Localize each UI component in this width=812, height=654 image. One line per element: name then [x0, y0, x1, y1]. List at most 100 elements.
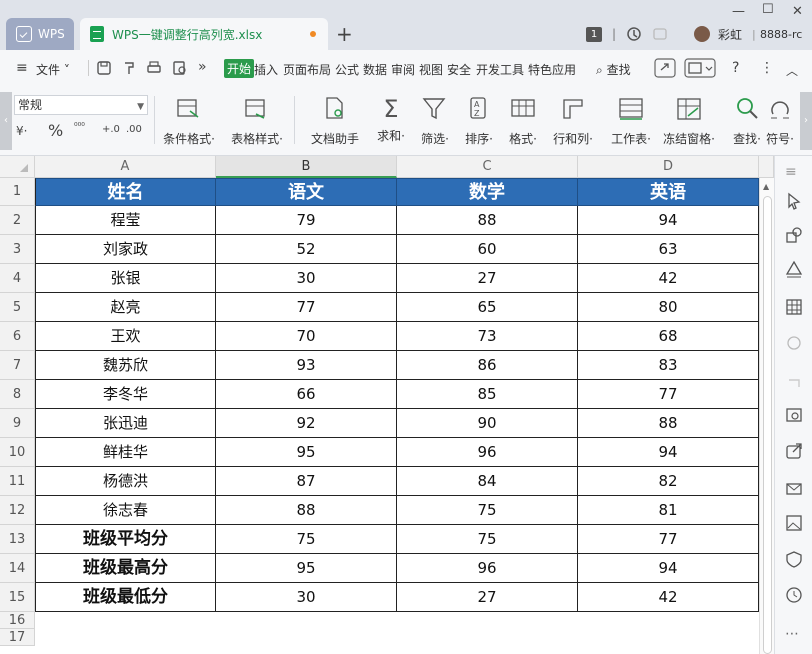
column-header-d[interactable]: D [578, 156, 759, 178]
table-style-button[interactable]: 表格样式· [226, 96, 288, 147]
column-header-c[interactable]: C [397, 156, 578, 178]
sidebar-more-icon[interactable]: ⋯ [785, 626, 803, 644]
table-cell[interactable]: 79 [216, 206, 397, 235]
percent-format-button[interactable]: % [48, 121, 63, 140]
table-cell[interactable]: 70 [216, 322, 397, 351]
table-cell[interactable]: 92 [216, 409, 397, 438]
number-format-select[interactable]: 常规 ▼ [14, 95, 148, 115]
header-cell[interactable]: 数学 [397, 178, 578, 206]
table-cell[interactable]: 94 [578, 554, 759, 583]
row-header-12[interactable]: 12 [0, 496, 35, 525]
comment-icon[interactable] [785, 334, 803, 352]
style-brush-icon[interactable] [785, 260, 803, 278]
row-header-15[interactable]: 15 [0, 583, 35, 612]
table-cell[interactable]: 鲜桂华 [35, 438, 216, 467]
table-cell[interactable]: 90 [397, 409, 578, 438]
ribbon-scroll-left-icon[interactable]: ‹ [0, 92, 12, 150]
more-quick-access-icon[interactable]: » [198, 59, 207, 75]
row-header-2[interactable]: 2 [0, 206, 35, 235]
freeze-pane-button[interactable]: 冻结窗格· [658, 96, 720, 147]
print-icon[interactable] [146, 60, 162, 76]
table-cell[interactable]: 42 [578, 264, 759, 293]
select-all-corner[interactable] [0, 156, 35, 178]
table-cell[interactable]: 赵亮 [35, 293, 216, 322]
table-cell[interactable]: 88 [397, 206, 578, 235]
table-cell[interactable]: 94 [578, 206, 759, 235]
table-cell[interactable]: 班级最低分 [35, 583, 216, 612]
table-cell[interactable]: 张迅迪 [35, 409, 216, 438]
row-header-4[interactable]: 4 [0, 264, 35, 293]
sidebar-menu-icon[interactable]: ≡ [785, 164, 803, 182]
row-col-button[interactable]: 行和列· [542, 96, 604, 147]
table-cell[interactable]: 刘家政 [35, 235, 216, 264]
more-options-icon[interactable]: ⋮ [760, 60, 774, 76]
table-cell[interactable]: 27 [397, 264, 578, 293]
shapes-icon[interactable] [785, 226, 803, 244]
table-cell[interactable]: 95 [216, 438, 397, 467]
row-header-11[interactable]: 11 [0, 467, 35, 496]
tab-view[interactable]: 视图 [419, 61, 443, 78]
wps-home-tab[interactable]: WPS [6, 18, 74, 50]
table-cell[interactable]: 75 [216, 525, 397, 554]
table-cell[interactable]: 60 [397, 235, 578, 264]
table-cell[interactable]: 75 [397, 496, 578, 525]
share-icon[interactable] [654, 58, 676, 78]
table-cell[interactable]: 李冬华 [35, 380, 216, 409]
maximize-icon[interactable]: ☐ [762, 2, 774, 17]
tab-data[interactable]: 数据 [363, 61, 387, 78]
image-icon[interactable] [785, 514, 803, 532]
tab-home[interactable]: 开始 [224, 59, 255, 78]
row-header-5[interactable]: 5 [0, 293, 35, 322]
row-header-9[interactable]: 9 [0, 409, 35, 438]
help-icon[interactable]: ? [732, 60, 739, 76]
worksheet-button[interactable]: 工作表· [600, 96, 662, 147]
table-cell[interactable]: 63 [578, 235, 759, 264]
export-dropdown-icon[interactable] [684, 58, 716, 78]
security-shield-icon[interactable] [785, 550, 803, 568]
table-cell[interactable]: 88 [216, 496, 397, 525]
table-cell[interactable]: 杨德洪 [35, 467, 216, 496]
header-cell[interactable]: 姓名 [35, 178, 216, 206]
table-cell[interactable]: 88 [578, 409, 759, 438]
currency-format-button[interactable]: ¥· [16, 124, 27, 138]
symbol-button[interactable]: 符号· [758, 96, 802, 147]
format-painter-icon[interactable] [121, 60, 137, 76]
row-header-16[interactable]: 16 [0, 612, 35, 629]
share-export-icon[interactable] [785, 442, 803, 460]
table-cell[interactable]: 84 [397, 467, 578, 496]
table-icon[interactable] [785, 298, 803, 316]
table-cell[interactable]: 85 [397, 380, 578, 409]
avatar[interactable] [694, 26, 710, 42]
table-cell[interactable]: 83 [578, 351, 759, 380]
document-tab[interactable]: WPS一键调整行高列宽.xlsx [80, 18, 328, 50]
table-cell[interactable]: 77 [578, 380, 759, 409]
table-cell[interactable]: 27 [397, 583, 578, 612]
table-cell[interactable]: 77 [216, 293, 397, 322]
table-cell[interactable]: 王欢 [35, 322, 216, 351]
tab-review[interactable]: 审阅 [391, 61, 415, 78]
column-header-a[interactable]: A [35, 156, 216, 178]
table-cell[interactable]: 张银 [35, 264, 216, 293]
print-preview-icon[interactable] [172, 60, 188, 76]
table-cell[interactable]: 81 [578, 496, 759, 525]
tab-formulas[interactable]: 公式 [335, 61, 359, 78]
row-header-17[interactable]: 17 [0, 629, 35, 646]
row-header-14[interactable]: 14 [0, 554, 35, 583]
new-tab-button[interactable]: + [336, 24, 353, 44]
conditional-format-button[interactable]: 条件格式· [158, 96, 220, 147]
header-cell[interactable]: 语文 [216, 178, 397, 206]
row-header-10[interactable]: 10 [0, 438, 35, 467]
increase-decimal-button[interactable]: +.0 [102, 124, 120, 135]
search-button[interactable]: ⌕ 查找 [596, 61, 631, 78]
vertical-scrollbar[interactable]: ▲ [759, 178, 774, 654]
table-cell[interactable]: 班级平均分 [35, 525, 216, 554]
tab-security[interactable]: 安全 [447, 61, 471, 78]
table-cell[interactable]: 30 [216, 264, 397, 293]
table-cell[interactable]: 魏苏欣 [35, 351, 216, 380]
select-cursor-icon[interactable] [785, 192, 803, 210]
tab-developer[interactable]: 开发工具 [476, 61, 524, 78]
spreadsheet-grid[interactable]: A B C D 1 2 3 4 5 6 7 8 9 10 11 12 13 14 15 16 17 姓名 语文 数学… [0, 156, 774, 654]
table-cell[interactable]: 96 [397, 554, 578, 583]
mail-icon[interactable] [785, 480, 803, 498]
table-cell[interactable]: 30 [216, 583, 397, 612]
